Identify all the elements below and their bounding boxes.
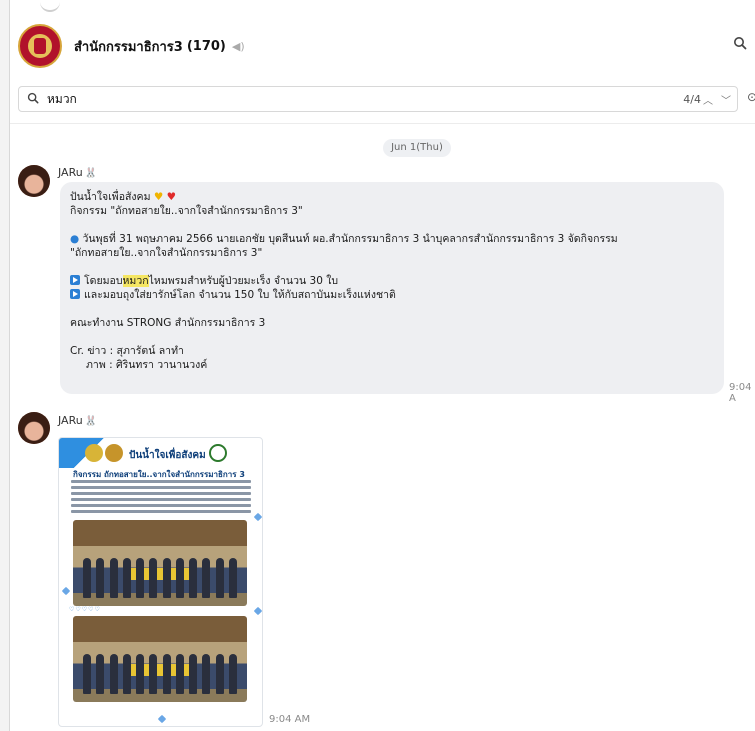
chevron-down-icon[interactable]: ﹀ bbox=[721, 92, 731, 107]
message-line: โดยมอบหมวกไหมพรมสำหรับผู้ป่วยมะเร็ง จำนว… bbox=[70, 274, 714, 288]
window-left-edge bbox=[0, 0, 10, 731]
group-name[interactable]: สำนักกรรมาธิการ3 bbox=[74, 36, 183, 57]
search-icon[interactable] bbox=[733, 36, 747, 54]
decorative-icons: ♡♡♡♡♡ bbox=[69, 606, 101, 613]
sender-avatar[interactable] bbox=[18, 412, 50, 444]
sender-avatar[interactable] bbox=[18, 165, 50, 197]
message-line: ปันน้ำใจเพื่อสังคม ♥ ♥ bbox=[70, 191, 177, 203]
bunny-emoji-icon: 🐰 bbox=[84, 416, 98, 427]
logo-icon bbox=[105, 444, 123, 462]
message-time: 9:04 AM bbox=[269, 714, 311, 725]
group-photo bbox=[73, 616, 247, 702]
pin-icon: ● bbox=[70, 233, 80, 245]
member-count: (170) bbox=[186, 38, 226, 54]
search-input[interactable] bbox=[47, 92, 607, 106]
chevron-up-icon[interactable]: ︿ bbox=[703, 92, 713, 107]
mute-icon: ◀) bbox=[231, 39, 245, 53]
logo-icon bbox=[209, 444, 227, 462]
yellow-heart-icon: ♥ bbox=[153, 191, 164, 203]
message-search-bar: 4/4 ︿ ﹀ bbox=[18, 86, 738, 112]
message-bubble[interactable]: ปันน้ำใจเพื่อสังคม ♥ ♥ กิจกรรม "ถักทอสาย… bbox=[60, 182, 724, 394]
date-separator: Jun 1(Thu) bbox=[383, 139, 451, 157]
group-avatar[interactable] bbox=[18, 24, 62, 68]
message-line: และมอบถุงใส่ยารักษ์โลก จำนวน 150 ใบ ให้ก… bbox=[70, 288, 714, 302]
message-line: กิจกรรม "ถักทอสายใย..จากใจสำนักกรรมาธิกา… bbox=[70, 205, 303, 217]
message-line: Cr. ข่าว : สุภารัตน์ ลาทำ bbox=[70, 345, 184, 357]
message-line: ภาพ : ศิรินทรา วานานวงค์ bbox=[86, 359, 208, 371]
logo-icon bbox=[85, 444, 103, 462]
image-title: ปันน้ำใจเพื่อสังคม bbox=[129, 450, 206, 461]
divider bbox=[10, 123, 755, 124]
image-message[interactable]: ปันน้ำใจเพื่อสังคม กิจกรรม ถักทอสายใย..จ… bbox=[58, 437, 263, 727]
search-match-count: 4/4 bbox=[683, 92, 701, 106]
message-time: 9:04 A bbox=[729, 382, 752, 404]
search-highlight: หมวก bbox=[122, 275, 149, 287]
red-heart-icon: ♥ bbox=[166, 191, 177, 203]
bunny-emoji-icon: 🐰 bbox=[84, 168, 98, 179]
message-line: คณะทำงาน STRONG สำนักกรรมาธิการ 3 bbox=[70, 317, 266, 329]
search-icon bbox=[27, 92, 39, 107]
chat-header: สำนักกรรมาธิการ3 (170) ◀) bbox=[12, 16, 755, 76]
sender-name: JARu 🐰 bbox=[58, 414, 98, 427]
message-line: ● วันพุธที่ 31 พฤษภาคม 2566 นายเอกชัย บุ… bbox=[70, 233, 618, 245]
play-button-icon bbox=[70, 289, 80, 299]
scroll-indicator bbox=[40, 0, 60, 12]
image-body-text bbox=[71, 480, 251, 518]
more-options-icon[interactable]: ⊙ bbox=[747, 90, 755, 104]
group-photo bbox=[73, 520, 247, 606]
play-button-icon bbox=[70, 275, 80, 285]
sender-name: JARu 🐰 bbox=[58, 166, 98, 179]
message-line: "ถักทอสายใย..จากใจสำนักกรรมาธิการ 3" bbox=[70, 247, 263, 259]
